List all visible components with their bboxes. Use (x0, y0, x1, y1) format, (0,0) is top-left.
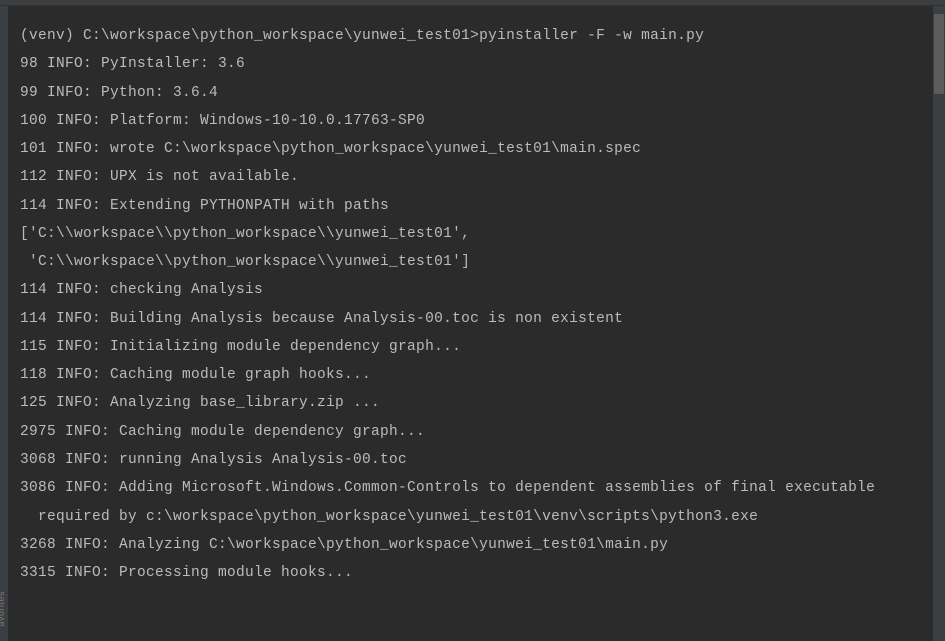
terminal-line: 100 INFO: Platform: Windows-10-10.0.1776… (20, 107, 925, 135)
terminal-line: 3268 INFO: Analyzing C:\workspace\python… (20, 531, 925, 559)
terminal-line: (venv) C:\workspace\python_workspace\yun… (20, 22, 925, 50)
terminal-line: 101 INFO: wrote C:\workspace\python_work… (20, 135, 925, 163)
terminal-line: 98 INFO: PyInstaller: 3.6 (20, 50, 925, 78)
side-label[interactable]: avorites (0, 591, 6, 627)
scrollbar-track[interactable] (933, 6, 945, 641)
scrollbar-thumb[interactable] (934, 14, 944, 94)
terminal-line: 114 INFO: checking Analysis (20, 276, 925, 304)
terminal-line: 115 INFO: Initializing module dependency… (20, 333, 925, 361)
terminal-output[interactable]: (venv) C:\workspace\python_workspace\yun… (0, 6, 945, 603)
left-rail: avorites (0, 6, 8, 641)
terminal-line: 3315 INFO: Processing module hooks... (20, 559, 925, 587)
terminal-line: 'C:\\workspace\\python_workspace\\yunwei… (20, 248, 925, 276)
terminal-line: 3068 INFO: running Analysis Analysis-00.… (20, 446, 925, 474)
terminal-line: 99 INFO: Python: 3.6.4 (20, 79, 925, 107)
terminal-line: 2975 INFO: Caching module dependency gra… (20, 418, 925, 446)
terminal-line: 114 INFO: Extending PYTHONPATH with path… (20, 192, 925, 220)
terminal-line: 114 INFO: Building Analysis because Anal… (20, 305, 925, 333)
terminal-line: 112 INFO: UPX is not available. (20, 163, 925, 191)
terminal-line: 125 INFO: Analyzing base_library.zip ... (20, 389, 925, 417)
terminal-line: ['C:\\workspace\\python_workspace\\yunwe… (20, 220, 925, 248)
terminal-line: 118 INFO: Caching module graph hooks... (20, 361, 925, 389)
terminal-line: 3086 INFO: Adding Microsoft.Windows.Comm… (20, 474, 925, 502)
terminal-line: required by c:\workspace\python_workspac… (20, 503, 925, 531)
